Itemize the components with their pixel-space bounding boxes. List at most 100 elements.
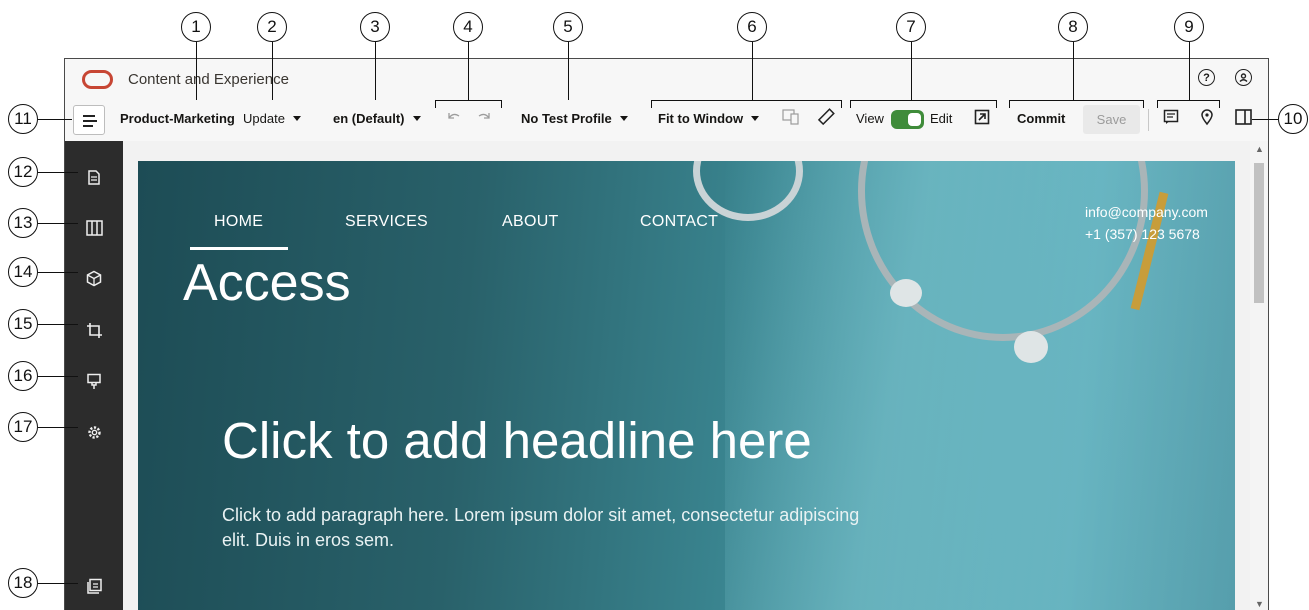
- leader-line: [911, 42, 913, 100]
- menu-icon: [83, 120, 97, 122]
- update-dropdown[interactable]: Update: [243, 111, 301, 126]
- leader-line: [850, 100, 852, 108]
- leader-line: [38, 223, 78, 225]
- nav-about[interactable]: ABOUT: [502, 213, 559, 231]
- crop-icon[interactable]: [85, 321, 103, 339]
- paragraph-placeholder[interactable]: Click to add paragraph here. Lorem ipsum…: [222, 503, 862, 553]
- leader-line: [1143, 100, 1145, 108]
- copy-site-icon[interactable]: [85, 577, 103, 595]
- leader-line: [38, 427, 78, 429]
- save-button[interactable]: Save: [1083, 105, 1140, 134]
- chevron-down-icon: [751, 116, 760, 121]
- pages-icon[interactable]: [85, 168, 103, 186]
- callout-16: 16: [8, 361, 38, 391]
- chevron-down-icon: [619, 116, 628, 121]
- leader-line: [1252, 119, 1278, 121]
- callout-2: 2: [257, 12, 287, 42]
- update-label: Update: [243, 111, 285, 126]
- nav-active-indicator: [190, 247, 288, 250]
- callout-14: 14: [8, 257, 38, 287]
- leader-line: [1219, 100, 1221, 108]
- callout-8: 8: [1058, 12, 1088, 42]
- contact-email[interactable]: info@company.com: [1085, 201, 1208, 223]
- site-title[interactable]: Access: [183, 253, 351, 313]
- leader-line: [850, 100, 997, 102]
- leader-line: [501, 100, 503, 108]
- leader-line: [38, 119, 72, 121]
- toolbar-divider: [1148, 109, 1149, 131]
- layout-columns-icon[interactable]: [85, 219, 103, 237]
- language-dropdown[interactable]: en (Default): [333, 111, 421, 126]
- callout-13: 13: [8, 208, 38, 238]
- leader-line: [38, 376, 78, 378]
- help-icon[interactable]: ?: [1198, 69, 1215, 86]
- leader-line: [1157, 100, 1159, 108]
- nav-services[interactable]: SERVICES: [345, 213, 428, 231]
- location-pin-icon[interactable]: [1200, 108, 1214, 129]
- test-profile-dropdown[interactable]: No Test Profile: [521, 111, 628, 126]
- user-icon[interactable]: [1235, 69, 1252, 86]
- callout-6: 6: [737, 12, 767, 42]
- leader-line: [38, 324, 78, 326]
- view-edit-toggle[interactable]: [891, 110, 924, 129]
- callout-17: 17: [8, 412, 38, 442]
- leader-line: [568, 42, 570, 100]
- callout-1: 1: [181, 12, 211, 42]
- chevron-down-icon: [292, 116, 301, 121]
- fit-to-window-dropdown[interactable]: Fit to Window: [658, 111, 760, 126]
- callout-4: 4: [453, 12, 483, 42]
- fit-to-window-label: Fit to Window: [658, 111, 744, 126]
- hero-section: HOME SERVICES ABOUT CONTACT Access Click…: [138, 161, 1235, 610]
- leader-line: [272, 42, 274, 100]
- leader-line: [375, 42, 377, 100]
- scroll-up-icon[interactable]: ▲: [1255, 144, 1264, 154]
- toolbar: Product-Marketing Update en (Default) No…: [65, 99, 1268, 141]
- side-panel-icon[interactable]: [1235, 109, 1252, 128]
- view-label: View: [856, 111, 884, 126]
- leader-line: [196, 42, 198, 100]
- leader-line: [468, 42, 470, 100]
- app-title: Content and Experience: [128, 71, 289, 88]
- leader-line: [651, 100, 842, 102]
- callout-3: 3: [360, 12, 390, 42]
- menu-icon: [83, 125, 93, 127]
- device-preview-icon[interactable]: [782, 109, 800, 128]
- leader-line: [1157, 100, 1220, 102]
- callout-5: 5: [553, 12, 583, 42]
- commit-button[interactable]: Commit: [1017, 111, 1065, 126]
- comments-icon[interactable]: [1163, 109, 1179, 128]
- nav-contact[interactable]: CONTACT: [640, 213, 718, 231]
- callout-15: 15: [8, 309, 38, 339]
- leader-line: [1009, 100, 1011, 108]
- leader-line: [38, 583, 78, 585]
- background-image: [890, 279, 922, 307]
- leader-line: [38, 172, 78, 174]
- callout-9: 9: [1174, 12, 1204, 42]
- leader-line: [38, 272, 78, 274]
- background-image: [1014, 331, 1048, 363]
- leader-line: [841, 100, 843, 108]
- undo-icon[interactable]: [445, 108, 461, 127]
- open-external-icon[interactable]: [974, 109, 990, 128]
- menu-button[interactable]: [73, 105, 105, 135]
- edit-label: Edit: [930, 111, 953, 126]
- leader-line: [1073, 42, 1075, 100]
- scrollbar-thumb[interactable]: [1254, 163, 1264, 303]
- title-bar: Content and Experience ?: [65, 59, 1268, 99]
- contact-phone: +1 (357) 123 5678: [1085, 226, 1200, 242]
- redo-icon[interactable]: [477, 108, 493, 127]
- scroll-down-icon[interactable]: ▼: [1255, 599, 1264, 609]
- nav-home[interactable]: HOME: [214, 213, 263, 231]
- settings-gear-icon[interactable]: [85, 423, 103, 441]
- headline-placeholder[interactable]: Click to add headline here: [222, 411, 812, 470]
- ruler-icon[interactable]: [817, 108, 835, 129]
- callout-11: 11: [8, 104, 38, 134]
- components-cube-icon[interactable]: [85, 269, 103, 287]
- vertical-scrollbar[interactable]: ▲ ▼: [1250, 141, 1268, 610]
- callout-10: 10: [1278, 104, 1308, 134]
- leader-line: [1189, 42, 1191, 100]
- site-name: Product-Marketing: [120, 111, 235, 126]
- contact-info: info@company.com +1 (357) 123 5678: [1085, 201, 1208, 245]
- page-canvas: HOME SERVICES ABOUT CONTACT Access Click…: [123, 141, 1252, 610]
- theme-brush-icon[interactable]: [85, 372, 103, 390]
